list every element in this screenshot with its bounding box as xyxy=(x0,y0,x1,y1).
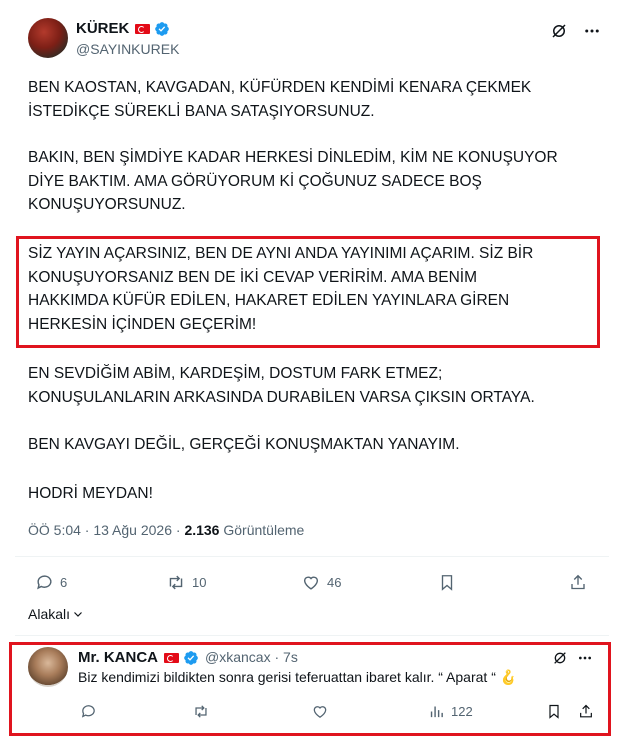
bookmark-button[interactable] xyxy=(438,573,456,592)
like-count: 46 xyxy=(327,575,342,590)
divider xyxy=(15,635,609,636)
turkey-flag-icon xyxy=(135,24,151,35)
sort-label: Alakalı xyxy=(28,606,71,622)
text-line: SİZ YAYIN AÇARSINIZ, BEN DE AYNI ANDA YA… xyxy=(28,245,534,262)
verified-badge-icon xyxy=(183,650,199,666)
bookmark-icon xyxy=(546,703,562,720)
reply-like-button[interactable] xyxy=(311,703,329,720)
share-icon xyxy=(569,573,587,592)
reply-views-count: 122 xyxy=(451,704,473,719)
reply-text: Biz kendimizi bildikten sonra gerisi tef… xyxy=(78,669,496,685)
reply-views-button[interactable]: 122 xyxy=(428,703,473,720)
author-avatar[interactable] xyxy=(28,18,68,58)
more-icon[interactable] xyxy=(583,22,601,40)
text-line: BAKIN, BEN ŞİMDİYE KADAR HERKESİ DİNLEDİ… xyxy=(28,149,558,166)
text-line: KONUŞUYORSANIZ BEN DE İKİ CEVAP VERİRİM.… xyxy=(28,268,478,286)
reply-retweet-button[interactable] xyxy=(192,703,210,720)
share-icon xyxy=(578,703,594,720)
text-line: EN SEVDİĞİM ABİM, KARDEŞİM, DOSTUM FARK … xyxy=(28,365,443,382)
views-icon xyxy=(428,703,445,720)
reply-count: 6 xyxy=(60,575,68,590)
text-line: İSTEDİKÇE SÜREKLİ BANA SATAŞIYORSUNUZ. xyxy=(28,102,375,120)
bookmark-icon xyxy=(438,573,456,592)
tweet-timestamp[interactable]: ÖÖ 5:04 · 13 Ağu 2026 · xyxy=(28,522,181,538)
more-icon[interactable] xyxy=(577,650,593,666)
text-line: BEN KAOSTAN, KAVGADAN, KÜFÜRDEN KENDİMİ … xyxy=(28,79,532,96)
grok-icon[interactable] xyxy=(552,650,568,666)
retweet-count: 10 xyxy=(192,575,207,590)
like-icon xyxy=(311,703,329,720)
grok-icon[interactable] xyxy=(550,22,568,40)
reply-reply-button[interactable] xyxy=(80,703,97,720)
verified-badge-icon xyxy=(154,21,170,37)
retweet-icon xyxy=(192,703,210,720)
text-line: KONUŞUYORSUNUZ. xyxy=(28,196,186,213)
text-line: DİYE BAKTIM. AMA GÖRÜYORUM Kİ ÇOĞUNUZ SA… xyxy=(28,172,482,190)
retweet-button[interactable]: 10 xyxy=(166,573,206,592)
reply-share-button[interactable] xyxy=(578,703,594,720)
author-name-row[interactable]: KÜREK xyxy=(76,20,170,37)
text-line: HAKKIMDA KÜFÜR EDİLEN, HAKARET EDİLEN YA… xyxy=(28,292,510,309)
sort-dropdown[interactable]: Alakalı xyxy=(28,606,84,622)
reply-author-name[interactable]: Mr. KANCA xyxy=(78,649,158,666)
reply-icon xyxy=(80,703,97,720)
divider xyxy=(15,556,609,557)
views-count: 2.136 xyxy=(184,522,220,538)
reply-text-row: Biz kendimizi bildikten sonra gerisi tef… xyxy=(78,669,517,686)
author-handle[interactable]: @SAYINKUREK xyxy=(76,41,179,57)
text-line: HODRİ MEYDAN! xyxy=(28,485,153,502)
reply-icon xyxy=(35,573,54,592)
text-line: KONUŞULANLARIN ARKASINDA DURABİLEN VARSA… xyxy=(28,388,535,406)
views-label: Görüntüleme xyxy=(223,522,305,538)
share-button[interactable] xyxy=(569,573,587,592)
reply-bookmark-button[interactable] xyxy=(546,703,562,720)
like-icon xyxy=(301,573,321,592)
tweet-paragraph-2: BAKIN, BEN ŞİMDİYE KADAR HERKESİ DİNLEDİ… xyxy=(28,146,598,217)
text-line: BEN KAVGAYI DEĞİL, GERÇEĞİ KONUŞMAKTAN Y… xyxy=(28,436,460,453)
reply-author-avatar[interactable] xyxy=(28,647,68,687)
tweet-paragraph-6: HODRİ MEYDAN! xyxy=(28,482,598,506)
hook-emoji: 🪝 xyxy=(499,669,518,685)
tweet-paragraph-5: BEN KAVGAYI DEĞİL, GERÇEĞİ KONUŞMAKTAN Y… xyxy=(28,433,598,457)
like-button[interactable]: 46 xyxy=(301,573,341,592)
tweet-paragraph-4: EN SEVDİĞİM ABİM, KARDEŞİM, DOSTUM FARK … xyxy=(28,362,598,409)
retweet-icon xyxy=(166,573,186,592)
tweet-paragraph-3: SİZ YAYIN AÇARSINIZ, BEN DE AYNI ANDA YA… xyxy=(28,242,598,336)
text-line: HERKESİN İÇİNDEN GEÇERİM! xyxy=(28,315,257,333)
reply-button[interactable]: 6 xyxy=(35,573,67,592)
tweet-paragraph-1: BEN KAOSTAN, KAVGADAN, KÜFÜRDEN KENDİMİ … xyxy=(28,76,598,123)
reply-author-row[interactable]: Mr. KANCA @xkancax · 7s xyxy=(78,649,298,666)
reply-author-handle[interactable]: @xkancax · 7s xyxy=(205,649,298,665)
tweet-meta: ÖÖ 5:04 · 13 Ağu 2026 · 2.136 Görüntülem… xyxy=(28,522,304,538)
turkey-flag-icon xyxy=(164,653,180,664)
author-name[interactable]: KÜREK xyxy=(76,20,129,37)
chevron-down-icon xyxy=(72,608,84,620)
